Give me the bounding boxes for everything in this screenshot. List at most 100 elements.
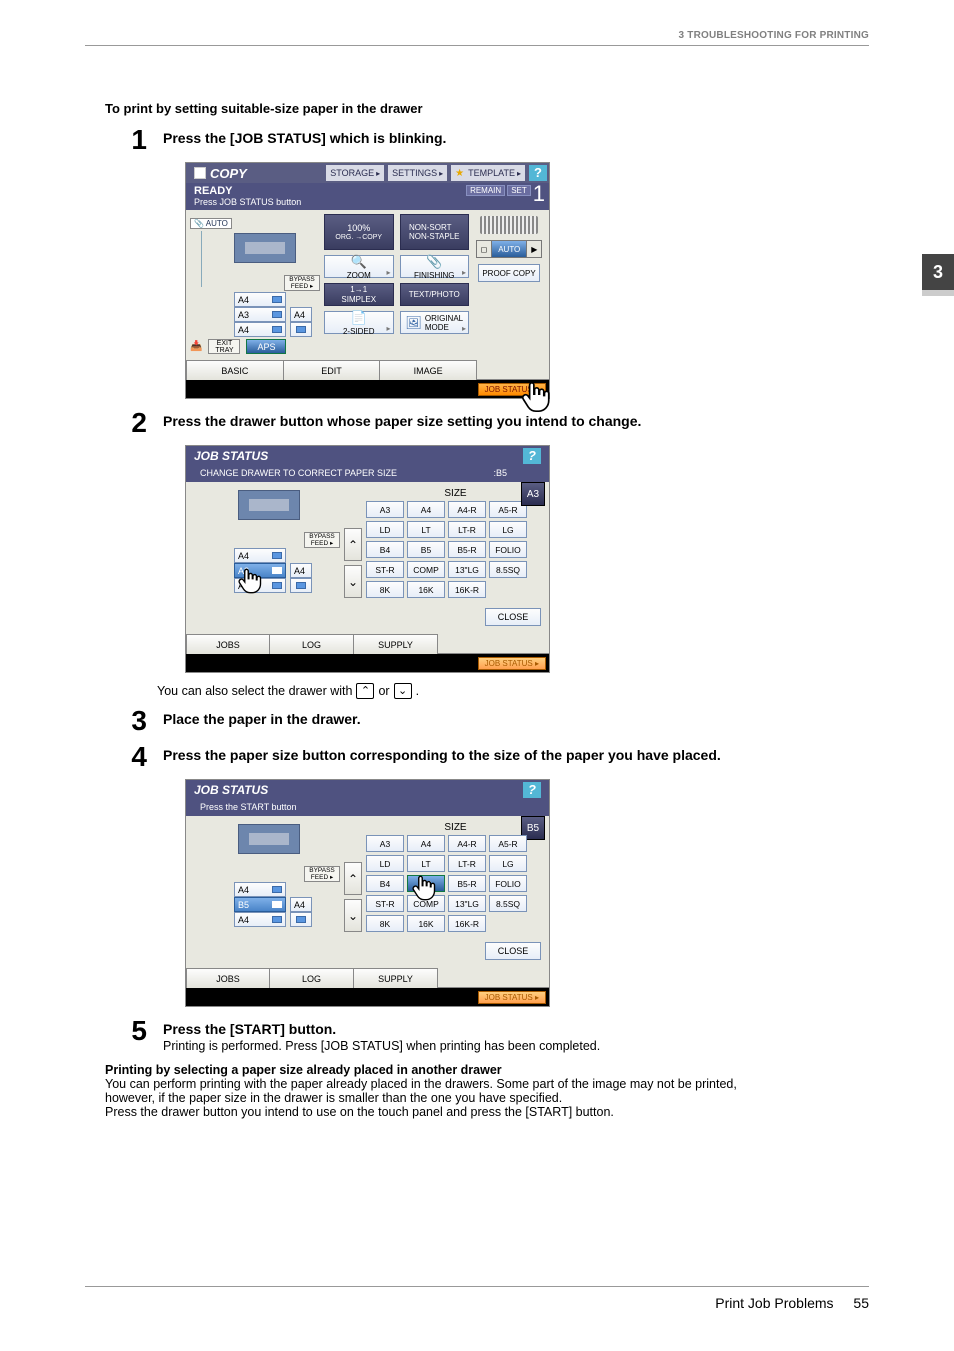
js2-size-8k[interactable]: 8K: [366, 915, 404, 932]
size-b5[interactable]: B5: [407, 541, 445, 558]
js2-size-b4[interactable]: B4: [366, 875, 404, 892]
simplex-button[interactable]: 1→1 SIMPLEX: [324, 283, 394, 306]
js2-tab-jobs[interactable]: JOBS: [186, 968, 270, 988]
js2-size-lt[interactable]: LT: [407, 855, 445, 872]
density-auto[interactable]: ◻ AUTO ▶: [476, 240, 543, 258]
size-lt[interactable]: LT: [407, 521, 445, 538]
size-comp[interactable]: COMP: [407, 561, 445, 578]
tab-supply[interactable]: SUPPLY: [354, 634, 438, 654]
js2-size-str[interactable]: ST-R: [366, 895, 404, 912]
zoom-pct-button[interactable]: 100% ORG. →COPY: [324, 214, 394, 250]
js2-size-a3[interactable]: A3: [366, 835, 404, 852]
js2-drawer-2-selected[interactable]: B5: [234, 897, 286, 912]
tab-jobs[interactable]: JOBS: [186, 634, 270, 654]
nav-down-button[interactable]: ⌄: [344, 565, 362, 598]
footer-section: Print Job Problems: [715, 1295, 833, 1311]
js2-bypass[interactable]: BYPASSFEED ▸: [304, 866, 340, 882]
tab-log[interactable]: LOG: [270, 634, 354, 654]
tab-image[interactable]: IMAGE: [380, 360, 477, 380]
js1-message: CHANGE DRAWER TO CORRECT PAPER SIZE: [200, 468, 397, 478]
js1-drawer-3[interactable]: A4: [234, 578, 286, 593]
copy-title-label: COPY: [210, 166, 247, 181]
size-16k[interactable]: 16K: [407, 581, 445, 598]
zoom-sub-label: ORG. →COPY: [335, 234, 382, 241]
js2-nav-up[interactable]: ⌃: [344, 862, 362, 895]
js1-drawer-1[interactable]: A4: [234, 548, 286, 563]
drawer-a4-1[interactable]: A4: [234, 292, 286, 307]
storage-button[interactable]: STORAGE▸: [326, 165, 384, 181]
size-ld[interactable]: LD: [366, 521, 404, 538]
original-mode-button[interactable]: 🖼ORIGINAL MODE▸: [400, 311, 470, 334]
js2-size-b5-selected[interactable]: B5: [407, 875, 445, 892]
size-a4r[interactable]: A4-R: [448, 501, 486, 518]
jobstatus-button[interactable]: JOB STATUS ▸: [478, 383, 546, 396]
js1-drawer-r2[interactable]: [290, 578, 312, 593]
settings-button[interactable]: SETTINGS▸: [388, 165, 447, 181]
auto-chip[interactable]: 📎 AUTO: [190, 218, 232, 229]
drawer-a4-2[interactable]: A4: [234, 322, 286, 337]
js1-jobstatus-button[interactable]: JOB STATUS ▸: [478, 657, 546, 670]
js1-help-button[interactable]: ?: [523, 448, 541, 464]
drawer-a3[interactable]: A3: [234, 307, 286, 322]
js2-nav-down[interactable]: ⌄: [344, 899, 362, 932]
size-str[interactable]: ST-R: [366, 561, 404, 578]
js2-size-a4[interactable]: A4: [407, 835, 445, 852]
close-button[interactable]: CLOSE: [485, 608, 541, 626]
size-ltr[interactable]: LT-R: [448, 521, 486, 538]
copy-mid-pane: 100% ORG. →COPY NON-SORT NON-STAPLE 🔍ZOO…: [324, 214, 469, 354]
js2-size-a5r[interactable]: A5-R: [489, 835, 527, 852]
js2-size-ltr[interactable]: LT-R: [448, 855, 486, 872]
js2-size-comp[interactable]: COMP: [407, 895, 445, 912]
tab-edit[interactable]: EDIT: [284, 360, 381, 380]
js2-drawer-r1[interactable]: A4: [290, 897, 312, 912]
js2-size-13lg[interactable]: 13"LG: [448, 895, 486, 912]
size-a4[interactable]: A4: [407, 501, 445, 518]
help-button[interactable]: ?: [529, 165, 547, 181]
size-b4[interactable]: B4: [366, 541, 404, 558]
step-4-num: 4: [123, 743, 147, 771]
js2-size-85sq[interactable]: 8.5SQ: [489, 895, 527, 912]
zoom-button[interactable]: 🔍ZOOM▸: [324, 255, 394, 278]
size-16kr[interactable]: 16K-R: [448, 581, 486, 598]
template-button[interactable]: TEMPLATE▸: [451, 165, 525, 181]
finishing-button[interactable]: 📎FINISHING▸: [400, 255, 470, 278]
js2-size-folio[interactable]: FOLIO: [489, 875, 527, 892]
textphoto-button[interactable]: TEXT/PHOTO: [400, 283, 470, 306]
size-85sq[interactable]: 8.5SQ: [489, 561, 527, 578]
js2-close-button[interactable]: CLOSE: [485, 942, 541, 960]
size-lg[interactable]: LG: [489, 521, 527, 538]
nav-up-button[interactable]: ⌃: [344, 528, 362, 561]
js2-tab-log[interactable]: LOG: [270, 968, 354, 988]
js2-size-16kr[interactable]: 16K-R: [448, 915, 486, 932]
aps-button[interactable]: APS: [246, 339, 286, 354]
tab-basic[interactable]: BASIC: [186, 360, 284, 380]
size-13lg[interactable]: 13"LG: [448, 561, 486, 578]
js2-size-ld[interactable]: LD: [366, 855, 404, 872]
js2-size-a4r[interactable]: A4-R: [448, 835, 486, 852]
size-b5r[interactable]: B5-R: [448, 541, 486, 558]
drawer-small-blank[interactable]: [290, 322, 312, 337]
two-sided-button[interactable]: 📄2-SIDED▸: [324, 311, 394, 334]
js2-size-lg[interactable]: LG: [489, 855, 527, 872]
size-8k[interactable]: 8K: [366, 581, 404, 598]
nonsort-button[interactable]: NON-SORT NON-STAPLE: [400, 214, 470, 250]
js2-drawer-3[interactable]: A4: [234, 912, 286, 927]
js1-bypass[interactable]: BYPASSFEED ▸: [304, 532, 340, 548]
js2-help-button[interactable]: ?: [523, 782, 541, 798]
js2-drawer-r2[interactable]: [290, 912, 312, 927]
js2-size-b5r[interactable]: B5-R: [448, 875, 486, 892]
exit-l1: EXIT: [209, 340, 239, 347]
size-a3[interactable]: A3: [366, 501, 404, 518]
proof-copy-button[interactable]: PROOF COPY: [478, 264, 540, 282]
simplex-top-label: 1→1: [350, 285, 367, 294]
js2-tab-supply[interactable]: SUPPLY: [354, 968, 438, 988]
js2-jobstatus-button[interactable]: JOB STATUS ▸: [478, 991, 546, 1004]
js2-size-16k[interactable]: 16K: [407, 915, 445, 932]
js2-drawer-1[interactable]: A4: [234, 882, 286, 897]
js1-drawer-2-selected[interactable]: A3: [234, 563, 286, 578]
size-folio[interactable]: FOLIO: [489, 541, 527, 558]
drawer-small-a4[interactable]: A4: [290, 307, 312, 322]
finishing-icon: 📎: [426, 254, 442, 270]
js1-drawer-r1[interactable]: A4: [290, 563, 312, 578]
exit-tray-button[interactable]: EXIT TRAY: [208, 339, 240, 354]
